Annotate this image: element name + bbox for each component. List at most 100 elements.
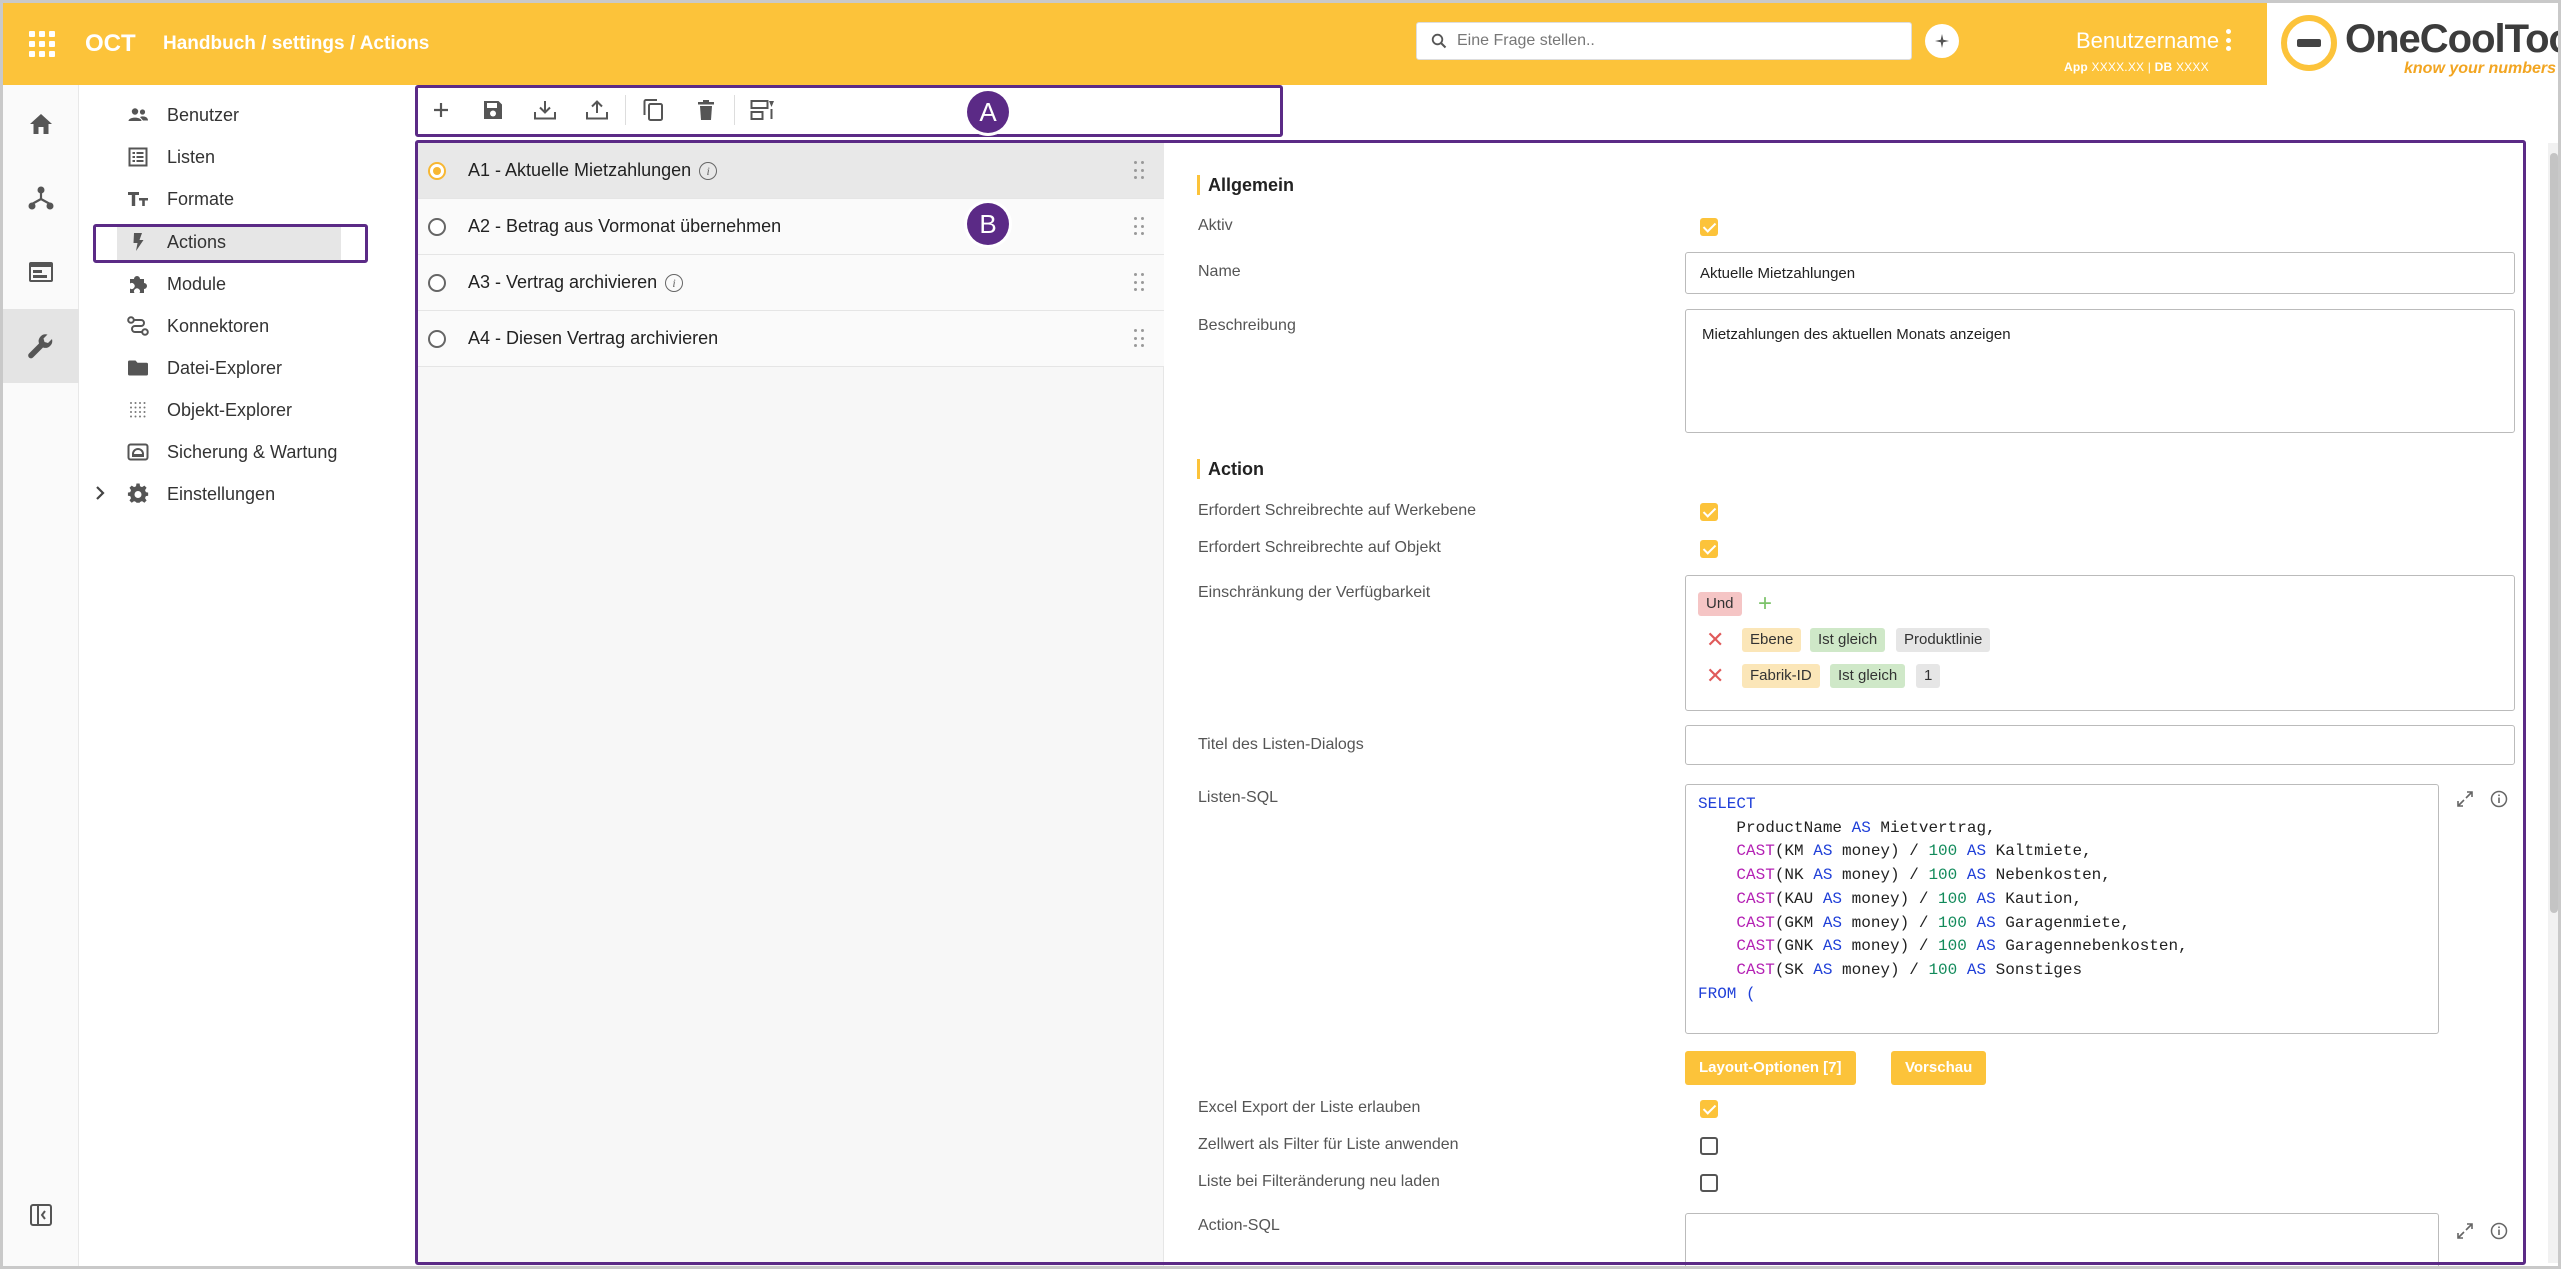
remove-condition-icon[interactable]: ✕	[1706, 629, 1724, 651]
delete-button[interactable]	[680, 85, 732, 135]
reorder-icon	[750, 100, 774, 120]
nav-item-objekt-explorer[interactable]: Objekt-Explorer	[79, 392, 415, 428]
description-field[interactable]: Mietzahlungen des aktuellen Monats anzei…	[1685, 309, 2515, 433]
nav-item-konnektoren[interactable]: Konnektoren	[79, 308, 415, 344]
select-radio[interactable]	[428, 330, 446, 348]
copy-button[interactable]	[628, 85, 680, 135]
info-icon[interactable]	[2489, 789, 2509, 809]
sql-line: CAST(GKM AS money) / 100 AS Garagenmiete…	[1736, 913, 2131, 932]
nav-item-module[interactable]: Module	[79, 266, 415, 302]
app-label: App	[2064, 60, 2088, 74]
expand-icon[interactable]	[2455, 1221, 2475, 1241]
reorder-button[interactable]	[737, 85, 789, 135]
drag-handle-icon[interactable]	[1134, 329, 1144, 349]
list-item[interactable]: A4 - Diesen Vertrag archivieren	[418, 311, 1164, 367]
export-button[interactable]	[571, 85, 623, 135]
list-sql-label: Listen-SQL	[1198, 789, 1279, 806]
restriction-label: Einschränkung der Verfügbarkeit	[1198, 584, 1431, 601]
name-field[interactable]: Aktuelle Mietzahlungen	[1685, 252, 2515, 294]
save-button[interactable]	[467, 85, 519, 135]
preview-button[interactable]: Vorschau	[1891, 1051, 1987, 1085]
collapse-sidebar-button[interactable]	[3, 1195, 79, 1235]
scrollbar-thumb[interactable]	[2550, 153, 2558, 913]
condition-field-chip[interactable]: Ebene	[1742, 628, 1802, 652]
chevron-right-icon[interactable]	[93, 483, 107, 503]
search-icon	[1431, 33, 1447, 49]
nav-label: Datei-Explorer	[167, 358, 283, 378]
info-icon[interactable]	[2489, 1221, 2509, 1241]
condition-op-chip[interactable]: Ist gleich	[1830, 664, 1906, 688]
select-radio[interactable]	[428, 218, 446, 236]
info-icon[interactable]: i	[665, 274, 684, 293]
rail-browser[interactable]	[3, 235, 79, 309]
nav-item-listen[interactable]: Listen	[79, 139, 415, 175]
user-menu-icon[interactable]	[2225, 29, 2231, 51]
reload-checkbox[interactable]	[1700, 1174, 1718, 1192]
drag-handle-icon[interactable]	[1134, 217, 1144, 237]
drag-handle-icon[interactable]	[1134, 273, 1144, 293]
app-title[interactable]: OCT	[85, 30, 136, 58]
req-write-level-checkbox[interactable]	[1700, 503, 1718, 521]
hierarchy-icon	[28, 186, 54, 210]
nav-item-formate[interactable]: Formate	[79, 181, 415, 217]
dialog-title-label: Titel des Listen-Dialogs	[1198, 736, 1364, 753]
expand-icon[interactable]	[2455, 789, 2475, 809]
select-radio[interactable]	[428, 274, 446, 292]
description-label: Beschreibung	[1198, 317, 1296, 334]
wrench-icon	[28, 334, 53, 359]
add-button[interactable]	[415, 85, 467, 135]
list-icon	[127, 147, 149, 167]
req-write-object-label: Erfordert Schreibrechte auf Objekt	[1198, 539, 1441, 556]
condition-field-chip[interactable]: Fabrik-ID	[1742, 664, 1820, 688]
sql-line: CAST(GNK AS money) / 100 AS Garagenneben…	[1736, 937, 2188, 956]
sparkle-icon	[1935, 34, 1949, 48]
condition-op-chip[interactable]: Ist gleich	[1810, 628, 1886, 652]
remove-condition-icon[interactable]: ✕	[1706, 665, 1724, 687]
list-item[interactable]: A1 - Aktuelle Mietzahlungen i	[418, 143, 1164, 199]
req-write-object-checkbox[interactable]	[1700, 540, 1718, 558]
nav-item-benutzer[interactable]: Benutzer	[79, 97, 415, 133]
detail-scrollbar[interactable]	[2548, 143, 2558, 1263]
list-item[interactable]: A3 - Vertrag archivieren i	[418, 255, 1164, 311]
sql-line: CAST(KM AS money) / 100 AS Kaltmiete,	[1736, 842, 2092, 861]
excel-export-checkbox[interactable]	[1700, 1100, 1718, 1118]
rail-settings[interactable]	[3, 309, 79, 383]
condition-value-chip[interactable]: Produktlinie	[1896, 628, 1991, 652]
reload-label: Liste bei Filteränderung neu laden	[1198, 1173, 1440, 1190]
db-value: XXXX	[2175, 60, 2209, 74]
nav-item-sicherung-wartung[interactable]: Sicherung & Wartung	[79, 434, 415, 470]
main-content: A1 - Aktuelle Mietzahlungen i A2 - Betrag…	[415, 85, 2558, 1266]
info-icon[interactable]: i	[699, 162, 718, 181]
ai-sparkle-button[interactable]	[1925, 24, 1959, 58]
layout-options-button[interactable]: Layout-Optionen [7]	[1685, 1051, 1856, 1085]
nav-item-datei-explorer[interactable]: Datei-Explorer	[79, 350, 415, 386]
rail-hierarchy[interactable]	[3, 161, 79, 235]
drag-handle-icon[interactable]	[1134, 161, 1144, 181]
action-sql-label: Action-SQL	[1198, 1217, 1280, 1234]
search-input[interactable]	[1457, 23, 1897, 59]
action-sql-editor[interactable]	[1685, 1213, 2439, 1266]
condition-value-chip[interactable]: 1	[1916, 664, 1941, 688]
dialog-title-field[interactable]	[1685, 725, 2515, 765]
cell-filter-checkbox[interactable]	[1700, 1137, 1718, 1155]
select-radio[interactable]	[428, 162, 446, 180]
import-button[interactable]	[519, 85, 571, 135]
apps-grid-icon[interactable]	[29, 31, 55, 57]
active-checkbox[interactable]	[1700, 218, 1718, 236]
nav-item-einstellungen[interactable]: Einstellungen	[79, 476, 415, 512]
db-label: DB	[2154, 60, 2173, 74]
search-box[interactable]	[1416, 22, 1912, 60]
rail-home[interactable]	[3, 87, 79, 161]
meta-separator: |	[2147, 60, 2152, 74]
username[interactable]: Benutzername	[2076, 28, 2219, 54]
connector-icon	[127, 316, 149, 336]
add-condition-icon[interactable]: +	[1758, 592, 1772, 616]
logo-text: OneCoolTool	[2345, 17, 2561, 61]
sidebar-toggle-icon	[30, 1204, 52, 1226]
list-sql-editor[interactable]: SELECT ProductName AS Mietvertrag, CAST(…	[1685, 784, 2439, 1034]
operator-chip[interactable]: Und	[1698, 592, 1742, 616]
action-label-text: A1 - Aktuelle Mietzahlungen	[468, 160, 692, 180]
text-format-icon	[127, 189, 149, 209]
list-item[interactable]: A2 - Betrag aus Vormonat übernehmen	[418, 199, 1164, 255]
logo: OneCoolTool know your numbers	[2267, 3, 2561, 85]
